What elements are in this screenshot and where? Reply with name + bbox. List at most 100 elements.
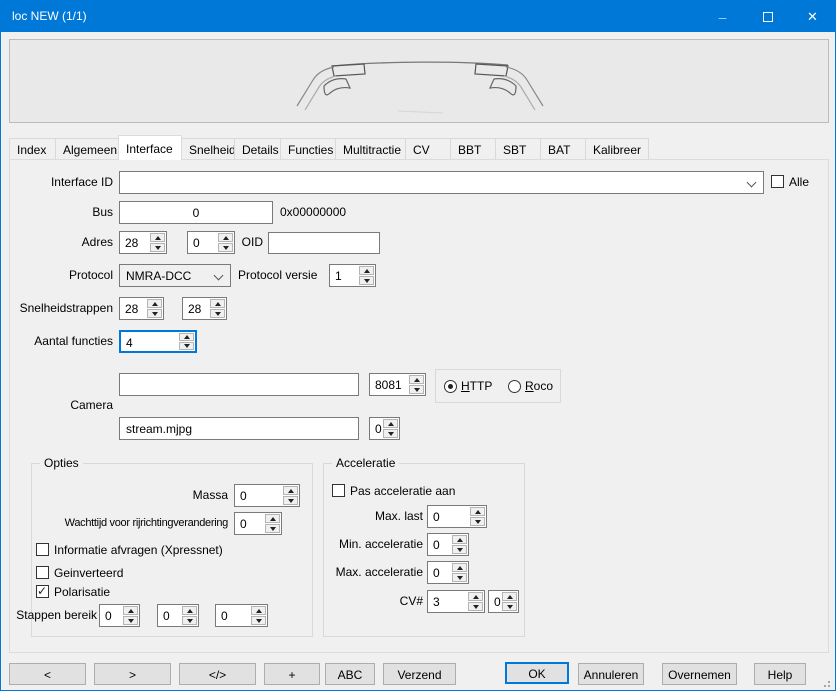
radio-http-label[interactable]: HTTP: [461, 379, 492, 393]
tab-snelheid[interactable]: Snelheid: [181, 138, 235, 160]
aantal-functies-spinner[interactable]: 4: [119, 330, 197, 353]
adres-spinner[interactable]: 28: [119, 231, 167, 254]
overnemen-button[interactable]: Overnemen: [662, 663, 737, 685]
radio-http[interactable]: [444, 380, 457, 393]
xpressnet-checkbox[interactable]: [36, 543, 49, 556]
spin-down-button[interactable]: [210, 309, 225, 318]
polarisatie-checkbox[interactable]: ✓: [36, 585, 49, 598]
spin-up-button[interactable]: [452, 535, 467, 544]
ok-button[interactable]: OK: [505, 662, 569, 684]
spin-up-button[interactable]: [182, 606, 197, 615]
spin-up-button[interactable]: [283, 486, 298, 495]
spin-up-button[interactable]: [147, 299, 162, 308]
spin-up-button[interactable]: [359, 266, 374, 275]
tab-details[interactable]: Details: [234, 138, 281, 160]
spin-down-button[interactable]: [265, 524, 280, 533]
alle-checkbox-label[interactable]: Alle: [789, 175, 809, 189]
tab-interface[interactable]: Interface: [118, 135, 182, 160]
resize-grip[interactable]: [820, 677, 830, 687]
spin-down-button[interactable]: [470, 517, 485, 526]
stappen-bereik-spinner-1[interactable]: 0: [99, 604, 140, 627]
camera-port-spinner[interactable]: 8081: [369, 373, 426, 396]
spin-up-button[interactable]: [383, 419, 398, 428]
tab-algemeen[interactable]: Algemeen: [55, 138, 119, 160]
spin-down-button[interactable]: [283, 496, 298, 505]
title-bar[interactable]: loc NEW (1/1) – ✕: [1, 1, 835, 32]
code-button[interactable]: </>: [179, 663, 256, 685]
bus-input[interactable]: [119, 201, 273, 224]
spin-down-button[interactable]: [359, 276, 374, 285]
chevron-down-icon[interactable]: [214, 271, 224, 281]
camera-index-spinner[interactable]: 0: [369, 417, 400, 440]
close-button[interactable]: ✕: [790, 1, 835, 32]
verzend-button[interactable]: Verzend: [383, 663, 456, 685]
tab-cv[interactable]: CV: [405, 138, 451, 160]
next-button[interactable]: >: [94, 663, 171, 685]
spin-down-button[interactable]: [502, 602, 517, 611]
max-acceleratie-spinner[interactable]: 0: [427, 561, 469, 584]
chevron-down-icon[interactable]: [747, 178, 757, 188]
minimize-button[interactable]: –: [700, 1, 745, 32]
interface-id-combobox[interactable]: [119, 171, 764, 194]
spin-up-button[interactable]: [502, 592, 517, 601]
snelheidstrappen-spinner[interactable]: 28: [119, 297, 164, 320]
spin-down-button[interactable]: [468, 602, 483, 611]
spin-down-button[interactable]: [452, 545, 467, 554]
oid-input[interactable]: [268, 232, 380, 254]
spin-down-button[interactable]: [123, 616, 138, 625]
spin-up-button[interactable]: [179, 333, 194, 341]
pas-acceleratie-checkbox-label[interactable]: Pas acceleratie aan: [350, 484, 455, 498]
annuleren-button[interactable]: Annuleren: [578, 663, 644, 685]
xpressnet-checkbox-label[interactable]: Informatie afvragen (Xpressnet): [54, 543, 223, 557]
tab-bbt[interactable]: BBT: [450, 138, 496, 160]
geinverteerd-checkbox-label[interactable]: Geinverteerd: [54, 566, 123, 580]
plus-button[interactable]: +: [264, 663, 320, 685]
radio-roco-label[interactable]: Roco: [525, 379, 553, 393]
alle-checkbox[interactable]: [771, 175, 784, 188]
protocol-versie-spinner[interactable]: 1: [329, 264, 376, 287]
spin-up-button[interactable]: [452, 563, 467, 572]
spin-up-button[interactable]: [210, 299, 225, 308]
tab-functies[interactable]: Functies: [280, 138, 336, 160]
spin-down-button[interactable]: [383, 429, 398, 438]
spin-up-button[interactable]: [150, 233, 165, 242]
cv-spinner[interactable]: 3: [427, 590, 485, 613]
cv-secondary-spinner[interactable]: 0: [488, 590, 519, 613]
pas-acceleratie-checkbox[interactable]: [332, 484, 345, 497]
help-button[interactable]: Help: [754, 663, 806, 685]
max-last-spinner[interactable]: 0: [427, 505, 487, 528]
camera-stream-input[interactable]: [119, 417, 359, 440]
stappen-bereik-spinner-2[interactable]: 0: [157, 604, 199, 627]
tab-index[interactable]: Index: [9, 138, 56, 160]
massa-spinner[interactable]: 0: [234, 484, 300, 507]
tab-sbt[interactable]: SBT: [495, 138, 541, 160]
tab-kalibreer[interactable]: Kalibreer: [585, 138, 649, 160]
snelheidstrappen-secondary-spinner[interactable]: 28: [182, 297, 227, 320]
spin-up-button[interactable]: [251, 606, 266, 615]
spin-down-button[interactable]: [179, 342, 194, 350]
spin-up-button[interactable]: [470, 507, 485, 516]
polarisatie-checkbox-label[interactable]: Polarisatie: [54, 585, 110, 599]
protocol-combobox[interactable]: NMRA-DCC: [119, 264, 231, 287]
stappen-bereik-spinner-3[interactable]: 0: [215, 604, 268, 627]
geinverteerd-checkbox[interactable]: [36, 566, 49, 579]
spin-up-button[interactable]: [468, 592, 483, 601]
abc-button[interactable]: ABC: [325, 663, 375, 685]
spin-up-button[interactable]: [265, 514, 280, 523]
spin-down-button[interactable]: [182, 616, 197, 625]
camera-url-input[interactable]: [119, 373, 359, 396]
spin-down-button[interactable]: [251, 616, 266, 625]
spin-up-button[interactable]: [409, 375, 424, 384]
spin-up-button[interactable]: [123, 606, 138, 615]
wachttijd-spinner[interactable]: 0: [234, 512, 282, 535]
radio-roco[interactable]: [508, 380, 521, 393]
spin-down-button[interactable]: [147, 309, 162, 318]
prev-button[interactable]: <: [9, 663, 86, 685]
spin-down-button[interactable]: [409, 385, 424, 394]
tab-bat[interactable]: BAT: [540, 138, 586, 160]
spin-down-button[interactable]: [452, 573, 467, 582]
maximize-button[interactable]: [745, 1, 790, 32]
tab-multitractie[interactable]: Multitractie: [335, 138, 406, 160]
spin-down-button[interactable]: [150, 243, 165, 252]
min-acceleratie-spinner[interactable]: 0: [427, 533, 469, 556]
